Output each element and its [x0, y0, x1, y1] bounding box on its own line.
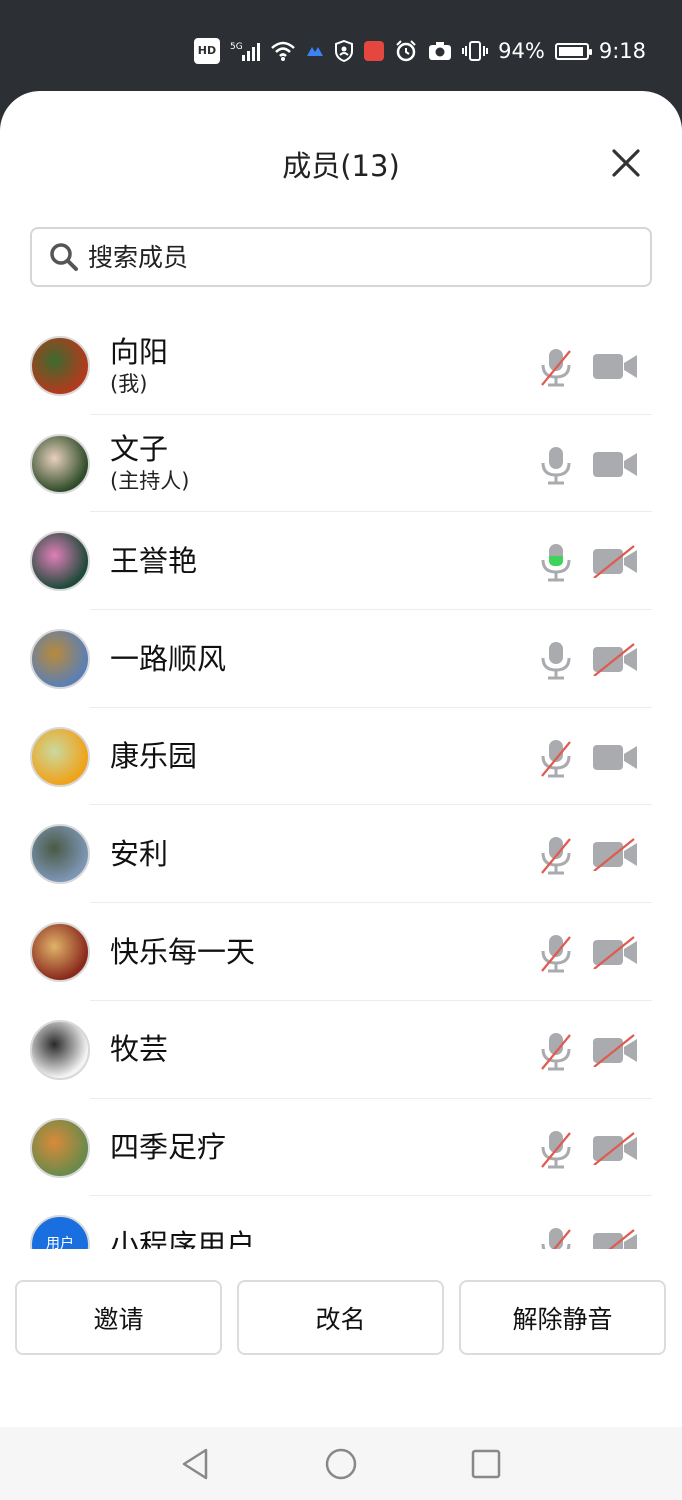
member-info: 安利: [110, 805, 168, 902]
mic-muted-icon[interactable]: [538, 1226, 574, 1249]
avatar: [30, 922, 90, 983]
member-row[interactable]: 康乐园: [0, 708, 682, 806]
avatar: [30, 336, 90, 396]
app-notification-icon: [306, 38, 324, 64]
avatar: [30, 629, 90, 690]
avatar: 用户: [30, 1215, 90, 1249]
shield-icon: [334, 38, 354, 64]
member-info: 四季足疗: [110, 1099, 226, 1196]
camera-off-icon[interactable]: [592, 642, 638, 677]
signal-icon: 5G: [230, 38, 261, 64]
mic-muted-icon[interactable]: [538, 1031, 574, 1071]
member-name: 牧芸: [110, 1032, 169, 1067]
avatar: [30, 433, 90, 494]
avatar: [30, 1019, 90, 1080]
camera-icon: [428, 38, 452, 64]
camera-off-icon[interactable]: [592, 935, 638, 970]
camera-off-icon[interactable]: [592, 1228, 638, 1249]
member-role: (主持人): [110, 469, 190, 494]
member-name: 王誉艳: [110, 543, 198, 578]
clock: 9:18: [598, 39, 646, 63]
member-list: 向阳 (我) 文子 (主持人) 王誉艳 一路顺风 康乐园 安利 快乐每一天 牧芸 四季足疗 用户 小程序…: [0, 317, 682, 1249]
video-camera-icon[interactable]: [592, 349, 638, 383]
avatar: [30, 531, 90, 592]
member-row[interactable]: 快乐每一天: [0, 903, 682, 1001]
member-row[interactable]: 一路顺风: [0, 610, 682, 708]
member-row[interactable]: 四季足疗: [0, 1099, 682, 1197]
camera-off-icon[interactable]: [592, 1131, 638, 1166]
member-info: 牧芸: [110, 1001, 168, 1098]
member-name: 四季足疗: [110, 1130, 227, 1164]
member-row[interactable]: 王誉艳: [0, 512, 682, 611]
vibrate-icon: [462, 38, 489, 64]
close-icon: [612, 149, 640, 177]
hd-badge: HD: [193, 38, 221, 64]
recents-square-icon: [471, 1449, 501, 1479]
avatar-label: 用户: [46, 1236, 74, 1249]
member-row[interactable]: 安利: [0, 805, 682, 904]
mic-muted-icon[interactable]: [538, 1129, 574, 1169]
mic-icon[interactable]: [538, 445, 574, 485]
member-name: 快乐每一天: [110, 934, 256, 969]
mic-muted-icon[interactable]: [538, 347, 574, 387]
member-info: 小程序用户: [110, 1196, 255, 1249]
search-box[interactable]: [30, 227, 652, 287]
close-button[interactable]: [608, 145, 644, 181]
video-camera-icon[interactable]: [592, 740, 638, 774]
member-info: 一路顺风: [110, 610, 226, 707]
mic-muted-icon[interactable]: [538, 933, 574, 973]
mic-icon[interactable]: [538, 542, 574, 582]
mic-icon[interactable]: [538, 640, 574, 680]
nav-home-button[interactable]: [321, 1444, 361, 1484]
wifi-icon: [270, 38, 296, 64]
rename-button[interactable]: 改名: [237, 1280, 444, 1355]
invite-button[interactable]: 邀请: [15, 1280, 222, 1355]
members-sheet: 成员(13) 向阳(我)文子(主持人)王誉艳一路顺风康乐园安利快乐每一天牧芸四季…: [0, 91, 682, 1427]
nav-back-button[interactable]: [176, 1444, 216, 1484]
mic-muted-icon[interactable]: [538, 835, 574, 875]
member-name: 文子: [110, 432, 169, 467]
camera-off-icon[interactable]: [592, 544, 638, 580]
status-icons: HD 5G 94% 9:18: [193, 36, 646, 66]
member-row[interactable]: 牧芸: [0, 1001, 682, 1099]
member-row[interactable]: 用户 小程序用户: [0, 1196, 682, 1249]
member-name: 康乐园: [110, 739, 198, 774]
member-info: 快乐每一天: [110, 903, 255, 1000]
search-input[interactable]: [88, 242, 650, 272]
system-nav-bar: [0, 1427, 682, 1500]
app-red-icon: [364, 38, 385, 64]
sheet-title: 成员(13): [282, 149, 400, 183]
member-name: 向阳: [110, 334, 169, 369]
avatar: [30, 824, 90, 885]
home-circle-icon: [325, 1448, 357, 1480]
avatar: [30, 1117, 90, 1178]
search-icon: [50, 243, 78, 271]
nav-recents-button[interactable]: [466, 1444, 506, 1484]
member-row[interactable]: 文子 (主持人): [0, 415, 682, 513]
member-name: 一路顺风: [110, 641, 227, 676]
footer-actions: 邀请 改名 解除静音: [0, 1280, 682, 1356]
member-name: 小程序用户: [110, 1227, 256, 1249]
camera-off-icon[interactable]: [592, 1033, 638, 1068]
alarm-icon: [394, 38, 418, 64]
avatar: [30, 726, 90, 787]
battery-icon: [554, 38, 592, 64]
member-info: 王誉艳: [110, 512, 197, 609]
camera-off-icon[interactable]: [592, 837, 638, 873]
unmute-button[interactable]: 解除静音: [459, 1280, 666, 1355]
back-triangle-icon: [182, 1448, 208, 1480]
mic-muted-icon[interactable]: [538, 738, 574, 778]
member-row[interactable]: 向阳 (我): [0, 317, 682, 415]
member-info: 康乐园: [110, 708, 197, 805]
member-info: 向阳 (我): [110, 317, 168, 414]
video-camera-icon[interactable]: [592, 447, 638, 481]
member-name: 安利: [110, 836, 169, 871]
network-type: 5G: [230, 42, 243, 52]
status-bar: HD 5G 94% 9:18: [0, 0, 682, 100]
member-role: (我): [110, 371, 148, 396]
battery-percent: 94%: [498, 39, 545, 63]
member-info: 文子 (主持人): [110, 415, 189, 512]
